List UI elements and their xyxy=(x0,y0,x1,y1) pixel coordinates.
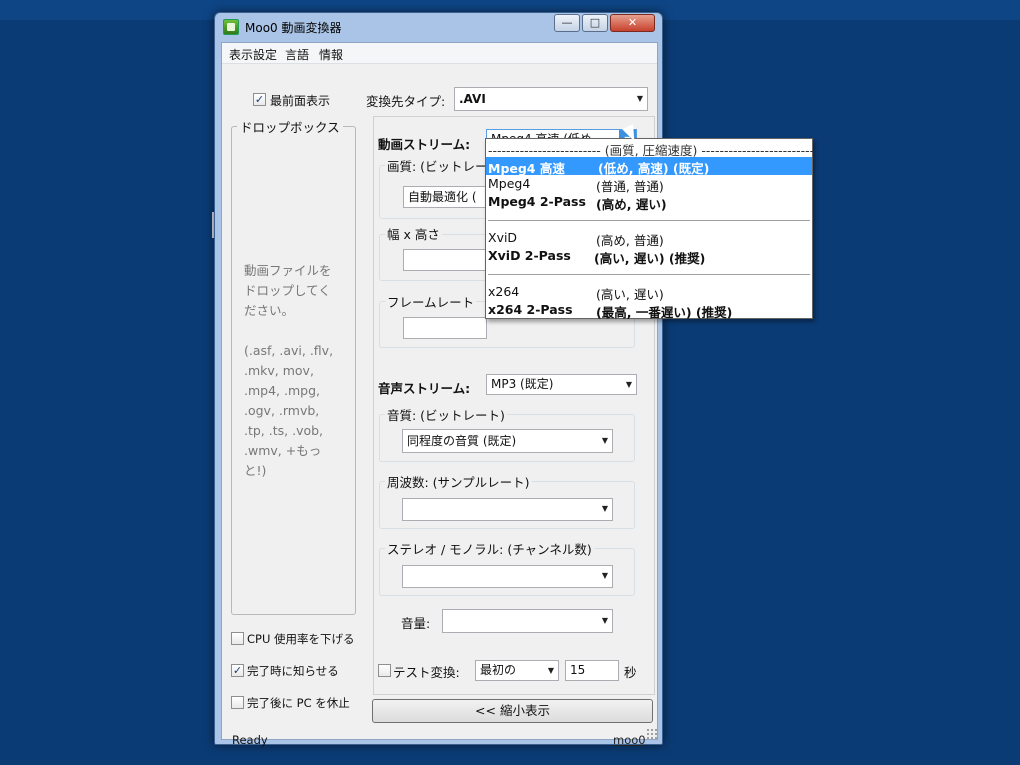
dropdown-header: ------------------------- (画質, 圧縮速度) ---… xyxy=(486,139,814,158)
close-button[interactable]: ✕ xyxy=(610,14,655,32)
window-title: Moo0 動画変換器 xyxy=(245,21,342,35)
dropdown-separator xyxy=(488,220,810,221)
seconds-unit: 秒 xyxy=(624,665,637,680)
title-bar[interactable]: Moo0 動画変換器 — □ ✕ xyxy=(215,13,662,41)
option-spec: (高め, 遅い) xyxy=(596,197,667,212)
dropbox-instructions: 動画ファイルを ドロップしてく ださい。 (.asf, .avi, .flv, … xyxy=(244,263,334,478)
hibernate-checkbox[interactable] xyxy=(231,696,244,709)
dropbox-title: ドロップボックス xyxy=(237,117,343,136)
video-stream-dropdown: ------------------------- (画質, 圧縮速度) ---… xyxy=(485,138,814,320)
test-seconds-input[interactable]: 15 xyxy=(565,660,619,681)
shrink-view-button[interactable]: << 縮小表示 xyxy=(372,699,653,723)
dropdown-option-x264[interactable]: x264 (高い, 遅い) xyxy=(486,283,812,302)
framerate-select[interactable] xyxy=(403,317,487,339)
test-convert-label: テスト変換: xyxy=(393,665,460,680)
target-type-label: 変換先タイプ: xyxy=(366,94,446,109)
size-select[interactable] xyxy=(403,249,487,271)
low-cpu-checkbox[interactable] xyxy=(231,632,244,645)
dropdown-option-x264-2pass[interactable]: x264 2-Pass (最高, 一番遅い) (推奨) xyxy=(486,301,812,320)
option-name: Mpeg4 2-Pass xyxy=(488,194,586,209)
hibernate-label: 完了後に PC を休止 xyxy=(247,696,350,710)
main-window: Moo0 動画変換器 — □ ✕ 表示設定 言語 情報 ✓ 最前面表示 ドロップ… xyxy=(214,12,663,747)
video-stream-label: 動画ストリーム: xyxy=(378,137,471,152)
channels-label: ステレオ / モノラル: (チャンネル数) xyxy=(385,539,594,558)
dropdown-option-xvid-2pass[interactable]: XviD 2-Pass (高い, 遅い) (推奨) xyxy=(486,247,812,266)
test-mode-select[interactable]: 最初の ▼ xyxy=(475,660,559,681)
option-name: x264 xyxy=(488,284,520,299)
volume-label: 音量: xyxy=(401,616,431,631)
audio-stream-label: 音声ストリーム: xyxy=(378,381,471,396)
chevron-down-icon: ▼ xyxy=(547,666,554,675)
option-name: XviD xyxy=(488,230,518,245)
chevron-down-icon: ▼ xyxy=(636,94,643,103)
chevron-down-icon: ▼ xyxy=(601,504,608,513)
option-spec: (高い, 遅い) (推奨) xyxy=(594,251,706,266)
topmost-label: 最前面表示 xyxy=(270,94,331,108)
resize-grip[interactable] xyxy=(646,728,657,739)
minimize-button[interactable]: — xyxy=(554,14,580,32)
audio-quality-select[interactable]: 同程度の音質 (既定) ▼ xyxy=(402,429,613,453)
option-name: x264 2-Pass xyxy=(488,302,573,317)
chevron-down-icon: ▼ xyxy=(601,571,608,580)
target-type-value: .AVI xyxy=(459,92,486,106)
video-quality-value: 自動最適化 ( xyxy=(408,190,477,204)
video-quality-label: 画質: (ビットレー xyxy=(385,156,490,175)
test-seconds-value: 15 xyxy=(570,663,586,677)
dropdown-option-mpeg4[interactable]: Mpeg4 (普通, 普通) xyxy=(486,175,812,194)
menu-info[interactable]: 情報 xyxy=(319,46,343,63)
size-label: 幅 x 高さ xyxy=(385,224,442,243)
dropdown-option-mpeg4-2pass[interactable]: Mpeg4 2-Pass (高め, 遅い) xyxy=(486,193,812,212)
menu-display-settings[interactable]: 表示設定 xyxy=(229,46,277,63)
app-icon xyxy=(223,19,239,35)
frequency-select[interactable]: ▼ xyxy=(402,498,613,521)
dropdown-option-xvid[interactable]: XviD (高め, 普通) xyxy=(486,229,812,248)
topmost-checkbox[interactable]: ✓ xyxy=(253,93,266,106)
low-cpu-label: CPU 使用率を下げる xyxy=(247,632,355,646)
menu-bar: 表示設定 言語 情報 xyxy=(222,43,657,64)
video-quality-select[interactable]: 自動最適化 ( xyxy=(403,186,487,208)
option-name: Mpeg4 xyxy=(488,176,531,191)
volume-select[interactable]: ▼ xyxy=(442,609,613,633)
channels-select[interactable]: ▼ xyxy=(402,565,613,588)
test-convert-checkbox[interactable] xyxy=(378,664,391,677)
framerate-label: フレームレート xyxy=(385,292,477,311)
notify-label: 完了時に知らせる xyxy=(247,664,339,678)
chevron-down-icon: ▼ xyxy=(625,380,632,389)
status-text: Ready xyxy=(232,733,268,747)
test-mode-value: 最初の xyxy=(480,663,517,677)
audio-quality-value: 同程度の音質 (既定) xyxy=(407,434,517,448)
notify-checkbox[interactable]: ✓ xyxy=(231,664,244,677)
dropdown-separator xyxy=(488,274,810,275)
chevron-down-icon: ▼ xyxy=(601,616,608,625)
frequency-label: 周波数: (サンプルレート) xyxy=(385,472,532,491)
audio-stream-select[interactable]: MP3 (既定) ▼ xyxy=(486,374,637,395)
target-type-select[interactable]: .AVI ▼ xyxy=(454,87,648,111)
option-spec: (最高, 一番遅い) (推奨) xyxy=(596,305,733,320)
chevron-down-icon: ▼ xyxy=(601,436,608,445)
dropdown-option-mpeg4-fast[interactable]: Mpeg4 高速 (低め, 高速) (既定) xyxy=(486,157,812,176)
audio-stream-value: MP3 (既定) xyxy=(491,377,554,391)
option-name: XviD 2-Pass xyxy=(488,248,571,263)
audio-quality-label: 音質: (ビットレート) xyxy=(385,405,507,424)
moo0-link[interactable]: moo0 xyxy=(613,733,646,747)
maximize-button[interactable]: □ xyxy=(582,14,608,32)
menu-language[interactable]: 言語 xyxy=(285,46,309,63)
